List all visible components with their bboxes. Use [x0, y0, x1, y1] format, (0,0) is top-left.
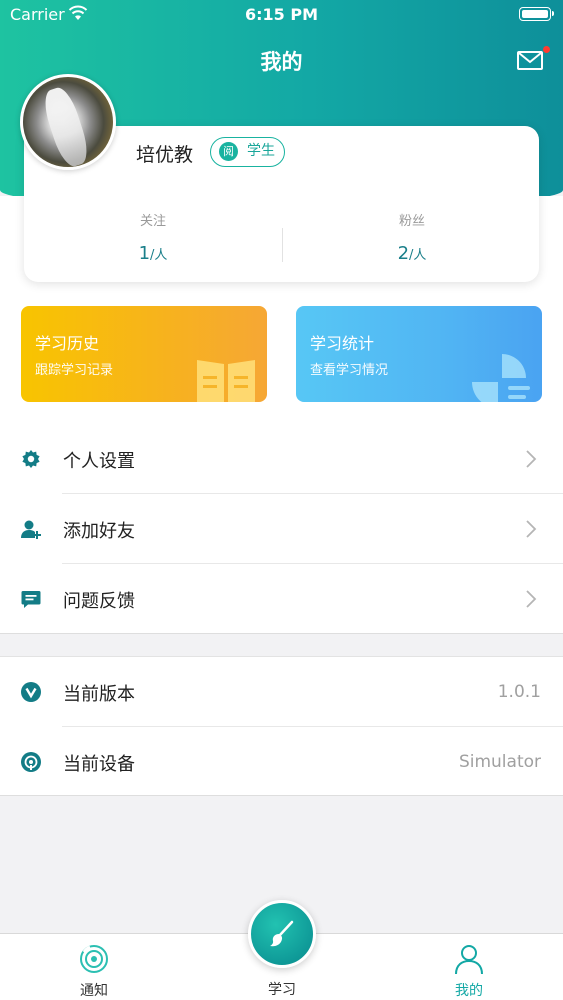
study-history-subtitle: 跟踪学习记录: [35, 363, 114, 378]
tab-study-button[interactable]: [248, 900, 316, 968]
followers-value: 2: [397, 243, 410, 264]
settings-menu: 个人设置 添加好友 问题反馈: [0, 424, 563, 634]
menu-item-add-friend[interactable]: 添加好友: [0, 494, 563, 564]
menu-label: 当前版本: [63, 684, 135, 705]
tab-label: 我的: [455, 983, 483, 999]
tab-profile[interactable]: 我的: [409, 934, 529, 1000]
study-history-title: 学习历史: [35, 334, 100, 353]
menu-item-current-device[interactable]: 当前设备 Simulator: [0, 727, 563, 797]
menu-item-feedback[interactable]: 问题反馈: [0, 564, 563, 634]
gear-icon: [22, 450, 40, 468]
mail-icon[interactable]: [516, 48, 544, 72]
study-stats-title: 学习统计: [310, 334, 375, 353]
following-value: 1: [138, 243, 151, 264]
following-label: 关注: [139, 214, 166, 229]
version-value: 1.0.1: [497, 682, 541, 702]
device-value: Simulator: [458, 752, 541, 772]
menu-label: 问题反馈: [63, 591, 135, 612]
study-history-card[interactable]: 学习历史 跟踪学习记录: [21, 306, 267, 402]
menu-label: 当前设备: [63, 754, 135, 775]
chevron-right-icon: [526, 590, 537, 608]
info-menu: 当前版本 1.0.1 当前设备 Simulator: [0, 656, 563, 796]
page-title: 我的: [260, 50, 303, 74]
avatar[interactable]: [20, 74, 116, 170]
menu-item-current-version[interactable]: 当前版本 1.0.1: [0, 657, 563, 727]
role-label: 学生: [247, 143, 275, 159]
device-icon: [21, 752, 41, 772]
study-stats-subtitle: 查看学习情况: [310, 363, 389, 378]
chevron-right-icon: [526, 450, 537, 468]
add-user-icon: [21, 520, 41, 539]
notification-dot: [543, 46, 550, 53]
status-bar: Carrier 6:15 PM: [0, 0, 563, 30]
pie-chart-icon: [472, 354, 530, 402]
tab-label: 通知: [80, 983, 108, 999]
followers-unit: /人: [409, 248, 427, 263]
menu-label: 添加好友: [63, 521, 135, 542]
following-stat[interactable]: 关注 1/人: [24, 210, 282, 264]
battery-icon: [519, 7, 554, 21]
book-icon: [197, 360, 255, 402]
tab-label-study: 学习: [268, 982, 296, 998]
role-badge: 阅 学生: [210, 137, 285, 167]
chevron-right-icon: [526, 520, 537, 538]
followers-label: 粉丝: [398, 214, 425, 229]
notification-icon: [80, 945, 108, 973]
following-unit: /人: [150, 248, 168, 263]
profile-icon: [455, 945, 483, 975]
version-icon: [21, 682, 41, 702]
role-icon: 阅: [219, 142, 238, 161]
brush-icon: [270, 920, 294, 947]
tab-notifications[interactable]: 通知: [34, 934, 154, 1000]
status-time: 6:15 PM: [244, 5, 318, 24]
menu-label: 个人设置: [63, 451, 135, 472]
user-name: 培优教: [136, 144, 194, 166]
followers-stat[interactable]: 粉丝 2/人: [283, 210, 541, 264]
study-stats-card[interactable]: 学习统计 查看学习情况: [296, 306, 542, 402]
menu-item-personal-settings[interactable]: 个人设置: [0, 424, 563, 494]
feedback-icon: [21, 591, 41, 608]
